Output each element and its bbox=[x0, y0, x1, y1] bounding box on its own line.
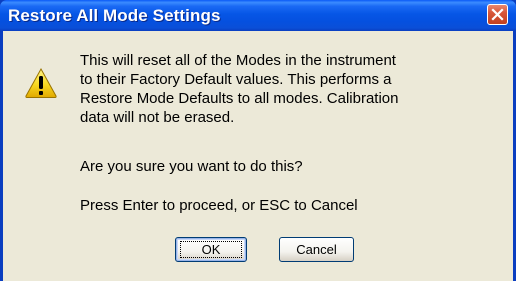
dialog-window: Restore All Mode Settings This will rese… bbox=[0, 0, 516, 281]
message-line-4: data will not be erased. bbox=[80, 109, 235, 126]
ok-button[interactable]: OK bbox=[175, 237, 247, 262]
window-title: Restore All Mode Settings bbox=[8, 6, 221, 25]
message-line-3: Restore Mode Defaults to all modes. Cali… bbox=[80, 90, 399, 107]
title-bar[interactable]: Restore All Mode Settings bbox=[0, 0, 516, 31]
close-button[interactable] bbox=[487, 4, 508, 25]
cancel-button[interactable]: Cancel bbox=[279, 237, 354, 262]
message-line-1: This will reset all of the Modes in the … bbox=[80, 52, 396, 69]
dialog-body: This will reset all of the Modes in the … bbox=[3, 31, 513, 281]
confirm-question: Are you sure you want to do this? bbox=[80, 158, 303, 175]
message-line-2: to their Factory Default values. This pe… bbox=[80, 71, 392, 88]
close-icon bbox=[491, 8, 504, 21]
cancel-button-label: Cancel bbox=[296, 242, 337, 257]
warning-icon bbox=[25, 67, 57, 98]
key-instruction: Press Enter to proceed, or ESC to Cancel bbox=[80, 197, 358, 214]
ok-button-label: OK bbox=[201, 242, 221, 257]
